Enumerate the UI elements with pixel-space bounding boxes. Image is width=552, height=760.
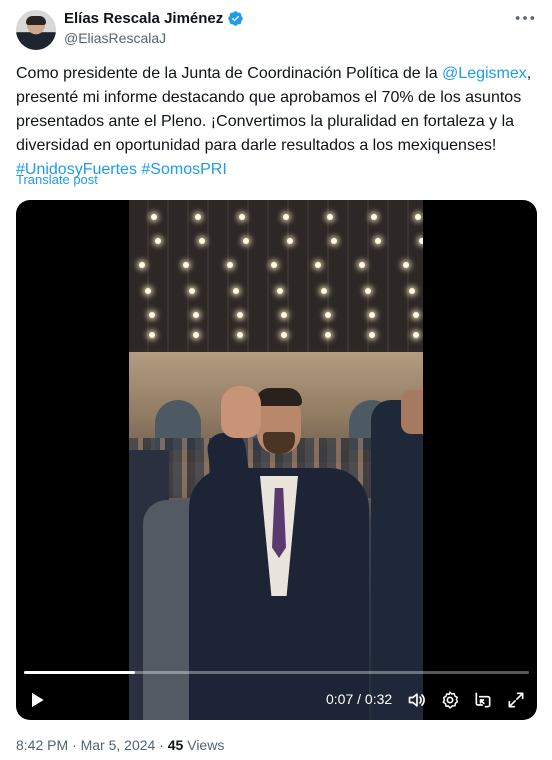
video-raised-hand — [221, 386, 261, 438]
ceiling-light — [359, 262, 365, 268]
play-icon[interactable] — [26, 689, 48, 711]
ceiling-light — [415, 214, 421, 220]
ceiling-light — [327, 214, 333, 220]
ceiling-light — [151, 214, 157, 220]
tweet-time[interactable]: 8:42 PM — [16, 737, 68, 753]
author-handle[interactable]: @EliasRescalaJ — [64, 30, 166, 46]
ceiling-light — [413, 312, 419, 318]
tweet-card: Elías Rescala Jiménez @EliasRescalaJ Com… — [0, 0, 552, 760]
tweet-meta: 8:42 PM · Mar 5, 2024 · 45 Views — [16, 737, 224, 753]
ceiling-light — [315, 262, 321, 268]
author-name-row: Elías Rescala Jiménez — [64, 10, 244, 27]
video-frame — [129, 200, 423, 720]
ceiling-light — [281, 312, 287, 318]
ceiling-light — [227, 262, 233, 268]
video-time: 0:07 / 0:32 — [326, 691, 392, 707]
tweet-text-part: Como presidente de la Junta de Coordinac… — [16, 65, 443, 82]
ceiling-light — [271, 262, 277, 268]
hashtag-link[interactable]: #SomosPRI — [141, 161, 226, 178]
avatar[interactable] — [16, 10, 56, 50]
meta-separator: · — [155, 737, 168, 753]
ceiling-light — [287, 238, 293, 244]
ceiling-light — [369, 312, 375, 318]
ceiling-light — [239, 214, 245, 220]
ceiling-light — [237, 332, 243, 338]
ceiling-light — [321, 288, 327, 294]
ceiling-light — [243, 238, 249, 244]
ceiling-light — [419, 238, 423, 244]
ceiling-light — [325, 312, 331, 318]
ceiling-light — [371, 214, 377, 220]
ceiling-light — [369, 332, 375, 338]
ceiling-light — [195, 214, 201, 220]
author-display-name[interactable]: Elías Rescala Jiménez — [64, 10, 223, 27]
fullscreen-icon[interactable] — [505, 689, 527, 711]
video-hair — [256, 388, 302, 406]
ceiling-light — [189, 288, 195, 294]
ceiling-light — [331, 238, 337, 244]
volume-icon[interactable] — [406, 689, 428, 711]
ceiling-light — [325, 332, 331, 338]
tweet-text: Como presidente de la Junta de Coordinac… — [16, 62, 540, 182]
ceiling-light — [237, 312, 243, 318]
video-progress-fill — [24, 671, 136, 674]
views-count: 45 — [167, 737, 184, 753]
video-current-time: 0:07 — [326, 691, 354, 707]
ceiling-light — [375, 238, 381, 244]
video-person-right-head — [401, 390, 423, 434]
ceiling-light — [199, 238, 205, 244]
ceiling-light — [409, 288, 415, 294]
pip-icon[interactable] — [472, 689, 494, 711]
ceiling-light — [139, 262, 145, 268]
settings-icon[interactable] — [439, 689, 461, 711]
ceiling-light — [155, 238, 161, 244]
ceiling-light — [365, 288, 371, 294]
ceiling-light — [149, 312, 155, 318]
ceiling-light — [283, 214, 289, 220]
ceiling-light — [183, 262, 189, 268]
verified-badge-icon — [227, 10, 244, 27]
ceiling-light — [149, 332, 155, 338]
video-progress-bar[interactable] — [24, 671, 529, 674]
views-label: Views — [183, 737, 225, 753]
video-controls: 0:07 / 0:32 — [16, 680, 537, 720]
tweet-date[interactable]: Mar 5, 2024 — [81, 737, 156, 753]
video-player[interactable]: 0:07 / 0:32 — [16, 200, 537, 720]
ceiling-light — [193, 332, 199, 338]
ceiling-light — [277, 288, 283, 294]
meta-separator: · — [68, 737, 81, 753]
ceiling-light — [233, 288, 239, 294]
ceiling-light — [413, 332, 419, 338]
video-ceiling — [129, 200, 423, 352]
video-time-separator: / — [353, 691, 365, 707]
ceiling-light — [281, 332, 287, 338]
ceiling-light — [403, 262, 409, 268]
translate-post-link[interactable]: Translate post — [16, 172, 98, 187]
ceiling-light — [145, 288, 151, 294]
ceiling-light — [193, 312, 199, 318]
more-options-icon[interactable] — [514, 12, 536, 28]
video-duration: 0:32 — [364, 691, 393, 707]
mention-link[interactable]: @Legismex — [442, 65, 527, 82]
